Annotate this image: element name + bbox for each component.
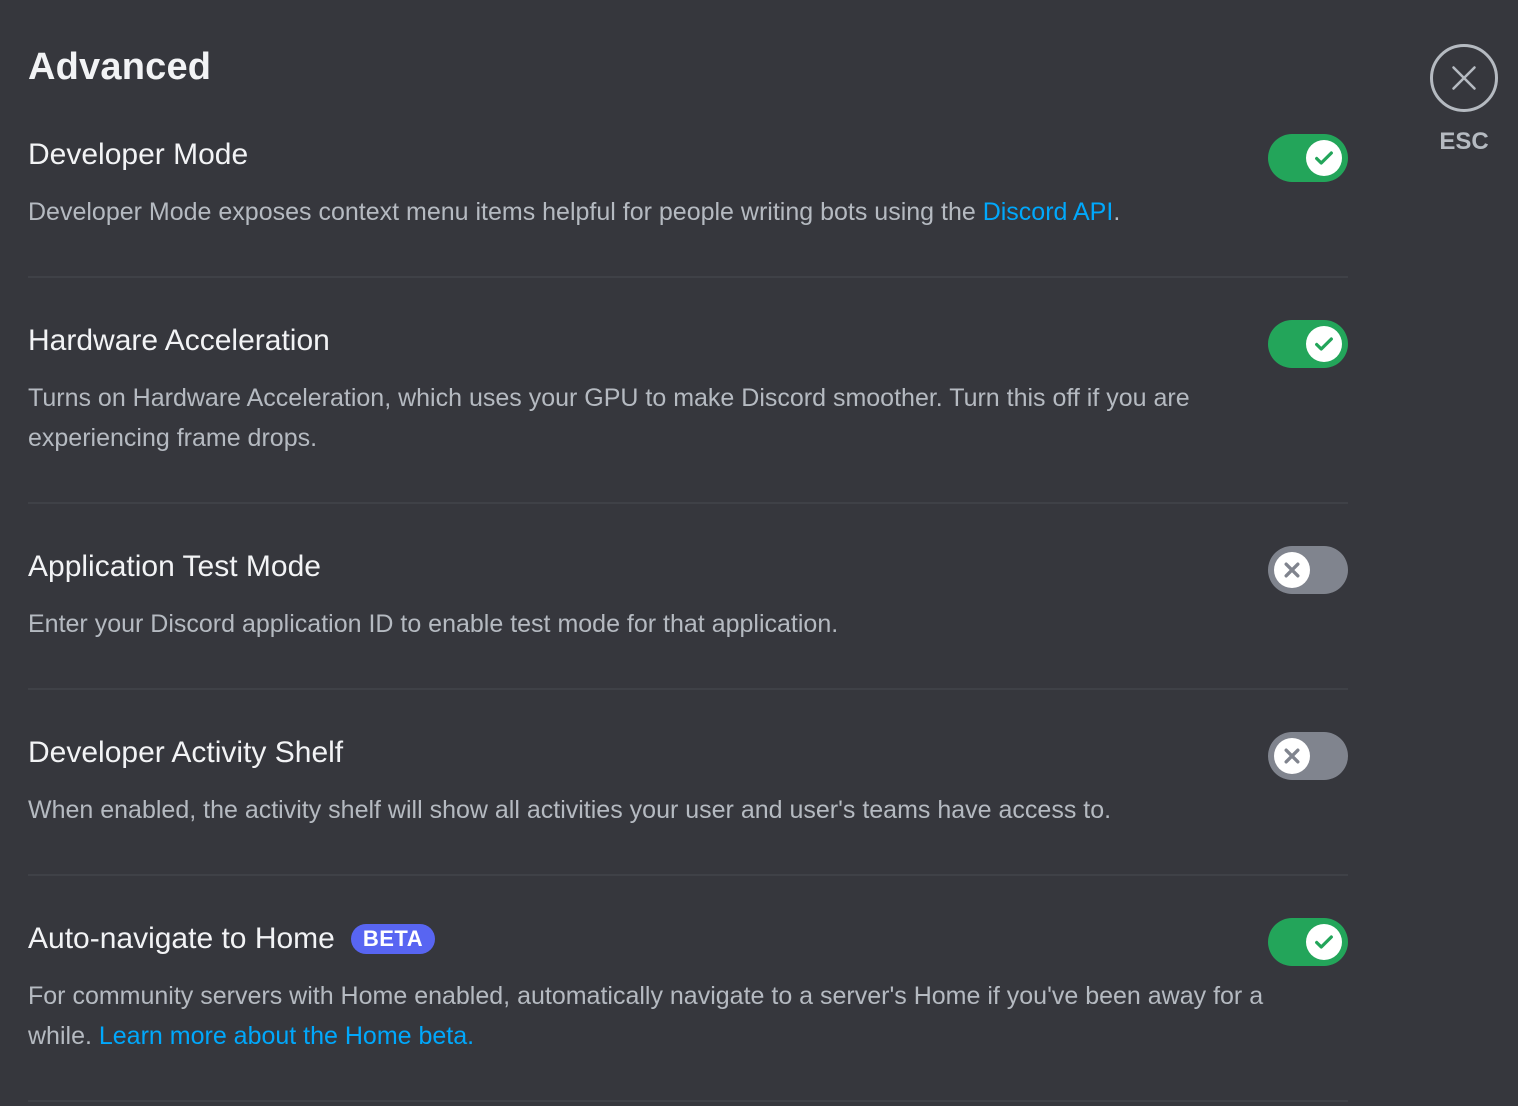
close-settings: ESC	[1428, 44, 1500, 156]
setting-title: Hardware Acceleration	[28, 324, 330, 357]
esc-label: ESC	[1439, 128, 1489, 155]
setting-title: Developer Mode	[28, 138, 249, 171]
auto-navigate-home-toggle[interactable]	[1268, 918, 1348, 966]
setting-title: Auto-navigate to Home BETA	[28, 922, 436, 956]
close-button[interactable]	[1430, 44, 1498, 112]
home-beta-link[interactable]: Learn more about the Home beta.	[99, 1022, 474, 1050]
divider	[28, 502, 1348, 504]
x-icon	[1274, 552, 1310, 588]
setting-description: When enabled, the activity shelf will sh…	[28, 796, 1112, 824]
setting-description: Enter your Discord application ID to ena…	[28, 610, 839, 638]
check-icon	[1306, 924, 1342, 960]
setting-developer-mode: Developer Mode Developer Mode exposes co…	[28, 132, 1348, 232]
discord-api-link[interactable]: Discord API	[983, 198, 1114, 226]
page-title: Advanced	[28, 46, 212, 88]
beta-badge: BETA	[350, 924, 436, 954]
setting-title: Application Test Mode	[28, 550, 321, 583]
setting-application-test-mode: Application Test Mode Enter your Discord…	[28, 544, 1348, 644]
setting-hardware-acceleration: Hardware Acceleration Turns on Hardware …	[28, 318, 1348, 458]
check-icon	[1306, 140, 1342, 176]
developer-mode-toggle[interactable]	[1268, 134, 1348, 182]
x-icon	[1274, 738, 1310, 774]
developer-activity-shelf-toggle[interactable]	[1268, 732, 1348, 780]
setting-auto-navigate-home: Auto-navigate to Home BETA For community…	[28, 916, 1348, 1056]
close-icon	[1452, 66, 1476, 90]
check-icon	[1306, 326, 1342, 362]
hardware-acceleration-toggle[interactable]	[1268, 320, 1348, 368]
divider	[28, 874, 1348, 876]
setting-title-text: Auto-navigate to Home	[28, 922, 335, 955]
setting-title: Developer Activity Shelf	[28, 736, 344, 769]
setting-description: Developer Mode exposes context menu item…	[28, 198, 1121, 226]
divider	[28, 276, 1348, 278]
divider	[28, 1100, 1348, 1102]
application-test-mode-toggle[interactable]	[1268, 546, 1348, 594]
setting-developer-activity-shelf: Developer Activity Shelf When enabled, t…	[28, 730, 1348, 830]
divider	[28, 688, 1348, 690]
setting-description: For community servers with Home enabled,…	[28, 982, 1264, 1050]
setting-description: Turns on Hardware Acceleration, which us…	[28, 384, 1190, 452]
